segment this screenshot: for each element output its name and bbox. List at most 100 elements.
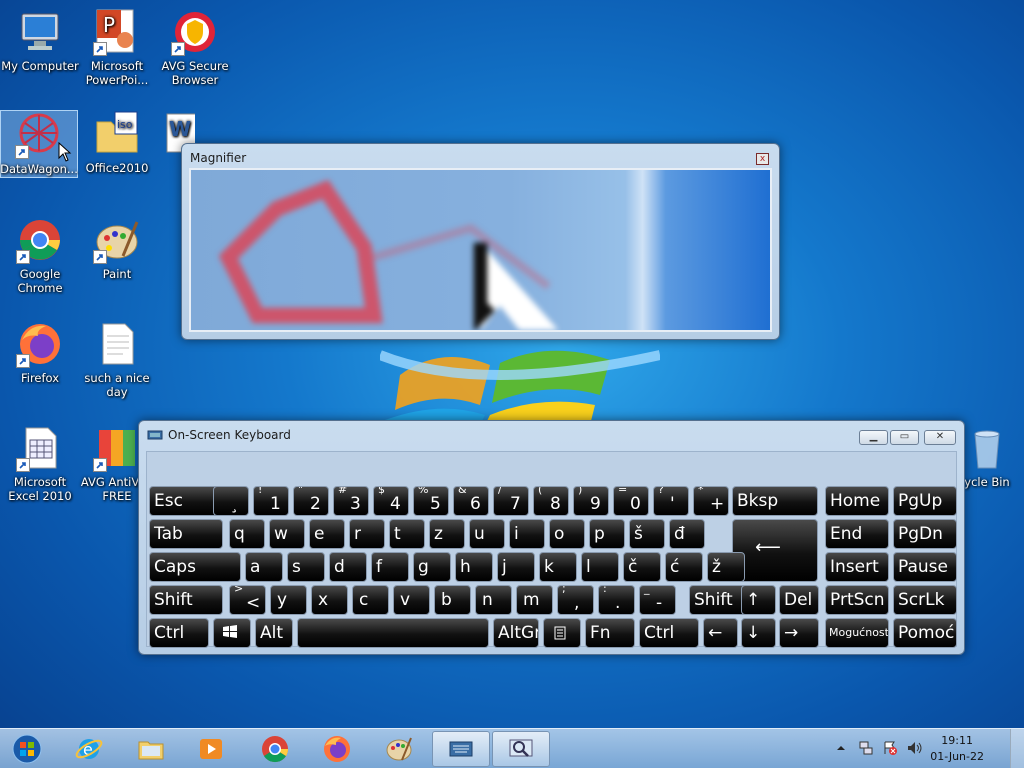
- key-š[interactable]: š: [629, 519, 665, 549]
- key-fn[interactable]: Fn: [585, 618, 635, 648]
- key-g[interactable]: g: [413, 552, 451, 582]
- show-hidden-icons-icon[interactable]: [836, 743, 846, 753]
- desktop-icon-office2010[interactable]: iso Office2010: [77, 110, 157, 175]
- key-options[interactable]: Mogućnosti: [825, 618, 889, 648]
- key-row1-2[interactable]: " 2: [293, 486, 329, 516]
- taskbar-magnifier[interactable]: [492, 731, 550, 767]
- key-arrow-right[interactable]: →: [779, 618, 819, 648]
- desktop-icon-firefox[interactable]: Firefox: [0, 320, 80, 385]
- taskbar-paint[interactable]: [370, 731, 428, 767]
- key-space[interactable]: [297, 618, 489, 648]
- magnifier-close-button[interactable]: x: [756, 153, 769, 165]
- key-row1-0[interactable]: ¨ ¸: [213, 486, 249, 516]
- key-q[interactable]: q: [229, 519, 265, 549]
- key-row1-8[interactable]: (8: [533, 486, 569, 516]
- key-s[interactable]: s: [287, 552, 325, 582]
- key-row4-8[interactable]: ;,: [557, 585, 594, 615]
- desktop-icon-excel[interactable]: Microsoft Excel 2010: [0, 424, 80, 503]
- key-row4-1[interactable]: y: [270, 585, 307, 615]
- maximize-button[interactable]: ▭: [890, 430, 919, 445]
- taskbar-firefox[interactable]: [308, 731, 366, 767]
- key-p[interactable]: p: [589, 519, 625, 549]
- key-row4-5[interactable]: b: [434, 585, 471, 615]
- key-row4-2[interactable]: x: [311, 585, 348, 615]
- key-w[interactable]: w: [269, 519, 305, 549]
- key-shift-right[interactable]: Shift: [689, 585, 747, 615]
- osk-titlebar[interactable]: On-Screen Keyboard: [139, 421, 964, 449]
- key-row4-7[interactable]: m: [516, 585, 553, 615]
- key-f[interactable]: f: [371, 552, 409, 582]
- key-alt[interactable]: Alt: [255, 618, 293, 648]
- key-row4-10[interactable]: _ -: [639, 585, 676, 615]
- close-button[interactable]: ✕: [924, 430, 956, 445]
- key-o[interactable]: o: [549, 519, 585, 549]
- network-icon[interactable]: [858, 740, 874, 756]
- key-row1-7[interactable]: /7: [493, 486, 529, 516]
- key-ctrl-left[interactable]: Ctrl: [149, 618, 209, 648]
- desktop-icon-powerpoint[interactable]: P Microsoft PowerPoi...: [77, 8, 157, 87]
- volume-icon[interactable]: [906, 740, 924, 756]
- key-h[interactable]: h: [455, 552, 493, 582]
- key-l[interactable]: l: [581, 552, 619, 582]
- key-menu[interactable]: [543, 618, 581, 648]
- key-row1-5[interactable]: % 5: [413, 486, 449, 516]
- magnifier-window[interactable]: Magnifier x: [181, 143, 780, 340]
- desktop-icon-paint[interactable]: Paint: [77, 216, 157, 281]
- key-del[interactable]: Del: [779, 585, 819, 615]
- start-button[interactable]: [2, 731, 52, 767]
- key-č[interactable]: č: [623, 552, 661, 582]
- desktop-icon-avg-browser[interactable]: AVG Secure Browser: [155, 8, 235, 87]
- key-home[interactable]: Home: [825, 486, 889, 516]
- taskbar-media-player[interactable]: [182, 731, 240, 767]
- key-i[interactable]: i: [509, 519, 545, 549]
- key-row1-12[interactable]: * +: [693, 486, 729, 516]
- key-z[interactable]: z: [429, 519, 465, 549]
- key-pgup[interactable]: PgUp: [893, 486, 957, 516]
- key-help[interactable]: Pomoć: [893, 618, 957, 648]
- key-insert[interactable]: Insert: [825, 552, 889, 582]
- key-row4-6[interactable]: n: [475, 585, 512, 615]
- key-row1-1[interactable]: ! 1: [253, 486, 289, 516]
- taskbar-osk[interactable]: [432, 731, 490, 767]
- key-row4-3[interactable]: c: [352, 585, 389, 615]
- key-row1-4[interactable]: $4: [373, 486, 409, 516]
- key-row1-9[interactable]: ) 9: [573, 486, 609, 516]
- key-arrow-down[interactable]: ↓: [741, 618, 776, 648]
- key-r[interactable]: r: [349, 519, 385, 549]
- key-ctrl-right[interactable]: Ctrl: [639, 618, 699, 648]
- key-row4-0[interactable]: > <: [229, 585, 266, 615]
- system-clock[interactable]: 19:11 01-Jun-22: [930, 733, 984, 765]
- key-e[interactable]: e: [309, 519, 345, 549]
- key-end[interactable]: End: [825, 519, 889, 549]
- desktop-icon-text-file[interactable]: such a nice day: [77, 320, 157, 399]
- desktop-icon-chrome[interactable]: Google Chrome: [0, 216, 80, 295]
- key-tab[interactable]: Tab: [149, 519, 223, 549]
- minimize-button[interactable]: ▁: [859, 430, 888, 445]
- key-row1-3[interactable]: #3: [333, 486, 369, 516]
- key-a[interactable]: a: [245, 552, 283, 582]
- key-t[interactable]: t: [389, 519, 425, 549]
- key-shift-left[interactable]: Shift: [149, 585, 223, 615]
- key-bksp[interactable]: Bksp: [732, 486, 818, 516]
- key-caps[interactable]: Caps: [149, 552, 241, 582]
- key-k[interactable]: k: [539, 552, 577, 582]
- key-row4-9[interactable]: :.: [598, 585, 635, 615]
- show-desktop-button[interactable]: [1010, 729, 1024, 768]
- key-pgdn[interactable]: PgDn: [893, 519, 957, 549]
- osk-window[interactable]: On-Screen Keyboard ▁ ▭ ✕ Esc ¨ ¸! 1 " 2 #3 $4% 5…: [138, 420, 965, 655]
- key-row4-4[interactable]: v: [393, 585, 430, 615]
- key-ž[interactable]: ž: [707, 552, 745, 582]
- key-ć[interactable]: ć: [665, 552, 703, 582]
- key-đ[interactable]: đ: [669, 519, 705, 549]
- key-esc[interactable]: Esc: [149, 486, 221, 516]
- key-row1-11[interactable]: ? ': [653, 486, 689, 516]
- key-u[interactable]: u: [469, 519, 505, 549]
- taskbar-chrome[interactable]: [246, 731, 304, 767]
- taskbar-ie[interactable]: e: [60, 731, 118, 767]
- key-scrlk[interactable]: ScrLk: [893, 585, 957, 615]
- desktop-icon-my-computer[interactable]: My Computer: [0, 8, 80, 73]
- key-pause[interactable]: Pause: [893, 552, 957, 582]
- action-center-icon[interactable]: [882, 740, 898, 756]
- taskbar-explorer[interactable]: [122, 731, 180, 767]
- key-row1-6[interactable]: & 6: [453, 486, 489, 516]
